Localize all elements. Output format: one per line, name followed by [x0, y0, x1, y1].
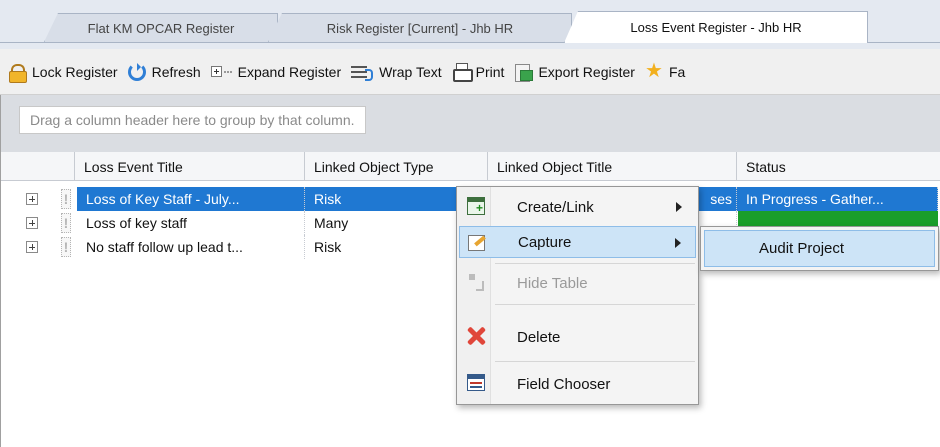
export-register-button[interactable]: Export Register: [514, 63, 635, 82]
lock-register-button[interactable]: Lock Register: [8, 63, 118, 83]
cell-loss-event-title[interactable]: Loss of Key Staff - July...: [77, 187, 305, 211]
menu-separator: [495, 361, 695, 362]
menu-item-label: Capture: [518, 233, 572, 251]
column-header-status[interactable]: Status: [737, 152, 940, 181]
hide-table-icon: [467, 273, 485, 291]
menu-item-delete[interactable]: Delete: [459, 321, 696, 353]
menu-separator: [495, 304, 695, 305]
favourites-button[interactable]: Fa: [645, 60, 686, 82]
menu-item-label: Hide Table: [517, 274, 588, 292]
wrap-text-icon: [351, 63, 374, 81]
row-expand-icon[interactable]: [26, 217, 38, 229]
create-link-icon: [467, 197, 485, 215]
export-icon: [514, 63, 534, 82]
priority-indicator-icon: !: [61, 213, 71, 233]
group-by-panel[interactable]: Drag a column header here to group by th…: [1, 95, 940, 152]
wrap-text-label: Wrap Text: [379, 63, 442, 80]
cell-loss-event-title[interactable]: Loss of key staff: [77, 211, 305, 235]
row-expand-icon[interactable]: [26, 241, 38, 253]
row-indicator-header: [1, 152, 75, 181]
toolbar: Lock Register Refresh Expand Register Wr…: [0, 49, 940, 95]
wrap-text-button[interactable]: Wrap Text: [351, 63, 442, 81]
refresh-icon: [127, 62, 146, 81]
printer-icon: [452, 62, 473, 82]
context-menu: Create/Link Capture Hide Table Delete Fi…: [456, 186, 699, 405]
menu-item-label: Field Chooser: [517, 375, 611, 393]
column-header-linked-object-type[interactable]: Linked Object Type: [305, 152, 488, 181]
submenu-arrow-icon: [675, 238, 681, 248]
menu-item-label: Create/Link: [517, 198, 594, 216]
priority-indicator-icon: !: [61, 189, 71, 209]
tab-label: Flat KM OPCAR Register: [87, 20, 235, 36]
submenu-item-audit-project[interactable]: Audit Project: [704, 230, 935, 267]
favourites-label: Fa: [668, 63, 686, 80]
cell-loss-event-title[interactable]: No staff follow up lead t...: [77, 235, 305, 259]
menu-item-hide-table[interactable]: Hide Table: [459, 267, 696, 299]
submenu-arrow-icon: [676, 202, 682, 212]
group-by-hint: Drag a column header here to group by th…: [19, 106, 366, 134]
expand-register-label: Expand Register: [237, 63, 342, 80]
print-button[interactable]: Print: [452, 62, 505, 82]
lock-register-label: Lock Register: [32, 63, 118, 80]
field-chooser-icon: [467, 374, 485, 391]
tab-flat-km-opcar-register[interactable]: Flat KM OPCAR Register: [44, 13, 278, 42]
cell-status[interactable]: In Progress - Gather...: [737, 187, 938, 211]
expand-dots: [223, 70, 232, 73]
grid-header: Loss Event Title Linked Object Type Link…: [1, 152, 940, 181]
row-expand-icon[interactable]: [26, 193, 38, 205]
expand-register-button[interactable]: Expand Register: [210, 63, 342, 80]
capture-submenu: Audit Project: [700, 226, 939, 271]
tab-strip: Flat KM OPCAR Register Risk Register [Cu…: [0, 0, 940, 49]
export-register-label: Export Register: [538, 63, 635, 80]
capture-icon: [468, 233, 486, 251]
menu-item-label: Delete: [517, 328, 561, 346]
delete-icon: [467, 327, 485, 345]
menu-separator: [495, 263, 695, 264]
print-label: Print: [475, 63, 505, 80]
menu-item-capture[interactable]: Capture: [459, 226, 696, 258]
refresh-label: Refresh: [151, 63, 201, 80]
expand-icon: [210, 66, 222, 77]
star-icon: [645, 60, 663, 82]
tab-loss-event-register[interactable]: Loss Event Register - Jhb HR: [564, 11, 868, 43]
tab-label: Loss Event Register - Jhb HR: [630, 20, 802, 35]
lock-icon: [8, 63, 27, 83]
column-header-loss-event-title[interactable]: Loss Event Title: [75, 152, 305, 181]
column-header-linked-object-title[interactable]: Linked Object Title: [488, 152, 737, 181]
priority-indicator-icon: !: [61, 237, 71, 257]
tab-label: Risk Register [Current] - Jhb HR: [326, 20, 514, 36]
menu-item-create-link[interactable]: Create/Link: [459, 191, 696, 223]
tab-risk-register[interactable]: Risk Register [Current] - Jhb HR: [268, 13, 572, 42]
refresh-button[interactable]: Refresh: [127, 62, 201, 81]
menu-item-field-chooser[interactable]: Field Chooser: [459, 368, 696, 400]
